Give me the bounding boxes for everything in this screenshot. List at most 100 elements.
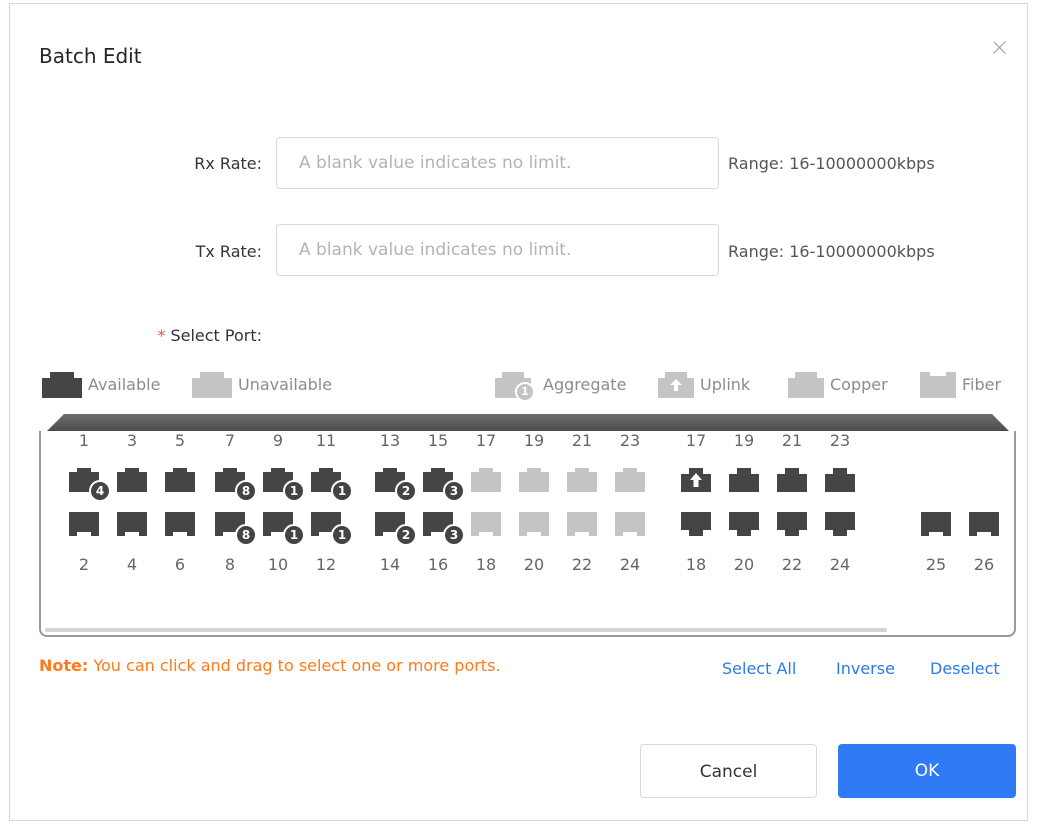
port-number: 14 — [379, 555, 401, 574]
legend-uplink-label: Uplink — [700, 374, 751, 394]
port-17-top — [471, 468, 501, 492]
port-21-top[interactable] — [777, 468, 807, 492]
port-12-bottom[interactable]: 1 — [311, 512, 353, 546]
legend-uplink: Uplink — [658, 370, 750, 398]
aggregate-badge: 1 — [331, 480, 353, 502]
port-23-top — [615, 468, 645, 492]
port-number: 24 — [619, 555, 641, 574]
port-number: 17 — [685, 431, 707, 450]
port-number: 26 — [973, 555, 995, 574]
port-number: 9 — [272, 431, 284, 450]
tx-rate-label: Tx Rate: — [195, 242, 262, 261]
port-4-bottom[interactable] — [117, 512, 147, 536]
port-number: 25 — [925, 555, 947, 574]
port-number: 5 — [174, 431, 186, 450]
port-8-bottom[interactable]: 8 — [215, 512, 257, 546]
port-11-top[interactable]: 1 — [311, 468, 353, 502]
dialog-title: Batch Edit — [39, 44, 142, 68]
port-number: 8 — [224, 555, 236, 574]
port-9-top[interactable]: 1 — [263, 468, 305, 502]
legend-fiber: Fiber — [920, 370, 1001, 398]
port-22-bottom[interactable] — [777, 512, 807, 536]
port-23-top[interactable] — [825, 468, 855, 492]
port-19-top — [519, 468, 549, 492]
port-number: 24 — [829, 555, 851, 574]
tx-rate-input[interactable] — [276, 224, 719, 276]
note-body: You can click and drag to select one or … — [88, 656, 501, 675]
port-2-bottom[interactable] — [69, 512, 99, 536]
rx-rate-input[interactable] — [276, 137, 719, 189]
port-15-top[interactable]: 3 — [423, 468, 465, 502]
port-number: 23 — [619, 431, 641, 450]
close-icon[interactable] — [989, 38, 1011, 60]
port-number: 12 — [315, 555, 337, 574]
port-24-bottom — [615, 512, 645, 536]
note-text: Note: You can click and drag to select o… — [39, 656, 501, 675]
legend-available: Available — [42, 370, 160, 398]
aggregate-badge: 1 — [331, 524, 353, 546]
port-14-bottom[interactable]: 2 — [375, 512, 417, 546]
tx-rate-hint: Range: 16-10000000kbps — [728, 242, 935, 261]
available-port-icon — [42, 370, 82, 398]
port-number: 21 — [571, 431, 593, 450]
panel-scrollbar[interactable] — [45, 628, 887, 632]
legend-copper-label: Copper — [830, 374, 888, 394]
port-number: 1 — [78, 431, 90, 450]
fiber-port-icon — [920, 370, 956, 398]
port-5-top[interactable] — [165, 468, 195, 492]
aggregate-badge: 1 — [515, 382, 535, 402]
port-number: 22 — [781, 555, 803, 574]
port-19-top[interactable] — [729, 468, 759, 492]
aggregate-badge: 2 — [395, 524, 417, 546]
port-number: 11 — [315, 431, 337, 450]
note-prefix: Note: — [39, 656, 89, 675]
port-number: 17 — [475, 431, 497, 450]
port-13-top[interactable]: 2 — [375, 468, 417, 502]
port-24-bottom[interactable] — [825, 512, 855, 536]
aggregate-badge: 2 — [395, 480, 417, 502]
legend-copper: Copper — [788, 370, 888, 398]
port-number: 10 — [267, 555, 289, 574]
port-1-top[interactable]: 4 — [69, 468, 111, 502]
switch-panel[interactable]: 4 1 2 3 4 5 6 8 7 8 8 1 9 1 10 1 11 1 12 2 13 2 14 3 15 3 16 17 18 19… — [39, 431, 1016, 637]
aggregate-badge: 8 — [235, 480, 257, 502]
deselect-link[interactable]: Deselect — [930, 659, 1000, 678]
port-10-bottom[interactable]: 1 — [263, 512, 305, 546]
port-number: 2 — [78, 555, 90, 574]
rx-rate-hint: Range: 16-10000000kbps — [728, 154, 935, 173]
select-all-link[interactable]: Select All — [722, 659, 796, 678]
legend-aggregate: 1 Aggregate — [495, 370, 627, 402]
port-3-top[interactable] — [117, 468, 147, 492]
port-17-top[interactable] — [681, 468, 711, 492]
aggregate-badge: 3 — [443, 480, 465, 502]
port-number: 18 — [685, 555, 707, 574]
port-16-bottom[interactable]: 3 — [423, 512, 465, 546]
ok-button[interactable]: OK — [838, 744, 1016, 798]
legend-unavailable-label: Unavailable — [238, 374, 333, 394]
port-number: 19 — [523, 431, 545, 450]
uplink-port-icon — [658, 370, 694, 398]
port-26-bottom[interactable] — [969, 512, 999, 536]
required-star: * — [157, 326, 166, 345]
port-25-bottom[interactable] — [921, 512, 951, 536]
port-number: 18 — [475, 555, 497, 574]
port-22-bottom — [567, 512, 597, 536]
port-18-bottom[interactable] — [681, 512, 711, 536]
inverse-link[interactable]: Inverse — [836, 659, 895, 678]
port-20-bottom[interactable] — [729, 512, 759, 536]
port-number: 16 — [427, 555, 449, 574]
cancel-button[interactable]: Cancel — [640, 744, 817, 798]
batch-edit-dialog: Batch Edit Rx Rate: Range: 16-10000000kb… — [9, 3, 1028, 821]
port-number: 7 — [224, 431, 236, 450]
legend-aggregate-label: Aggregate — [543, 374, 627, 394]
port-number: 3 — [126, 431, 138, 450]
aggregate-badge: 4 — [89, 480, 111, 502]
port-number: 4 — [126, 555, 138, 574]
port-7-top[interactable]: 8 — [215, 468, 257, 502]
port-6-bottom[interactable] — [165, 512, 195, 536]
port-21-top — [567, 468, 597, 492]
port-number: 20 — [523, 555, 545, 574]
rx-rate-label: Rx Rate: — [194, 154, 262, 173]
copper-port-icon — [788, 370, 824, 398]
aggregate-badge: 8 — [235, 524, 257, 546]
